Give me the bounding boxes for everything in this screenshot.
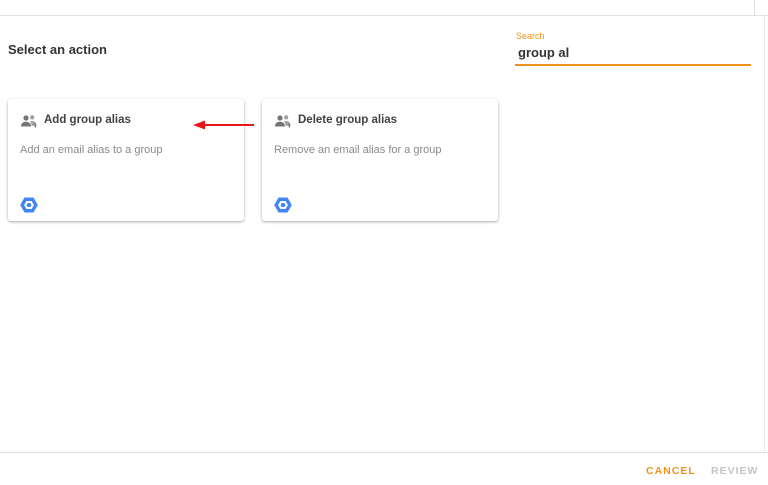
card-title: Add group alias	[44, 114, 131, 126]
group-icon	[275, 115, 291, 128]
card-description: Remove an email alias for a group	[274, 144, 442, 156]
card-title: Delete group alias	[298, 114, 398, 126]
cancel-button[interactable]: CANCEL	[646, 465, 696, 477]
search-label: Search	[516, 31, 545, 41]
card-description: Add an email alias to a group	[20, 144, 163, 156]
action-picker-page: Select an action Search Add group alias …	[0, 0, 768, 485]
review-button[interactable]: REVIEW	[711, 465, 758, 477]
search-field[interactable]: Search	[515, 31, 751, 66]
google-cloud-hexagon-icon	[20, 197, 38, 213]
action-card-delete-group-alias[interactable]: Delete group alias Remove an email alias…	[262, 99, 498, 221]
page-title: Select an action	[8, 42, 107, 57]
group-icon	[21, 115, 37, 128]
google-cloud-hexagon-icon	[274, 197, 292, 213]
footer-bar: CANCEL REVIEW	[0, 452, 768, 485]
search-input[interactable]	[518, 43, 746, 61]
annotation-arrow-icon	[193, 120, 254, 130]
top-bar	[0, 0, 768, 16]
top-bar-divider	[754, 0, 755, 16]
right-scroll-edge	[764, 16, 765, 452]
